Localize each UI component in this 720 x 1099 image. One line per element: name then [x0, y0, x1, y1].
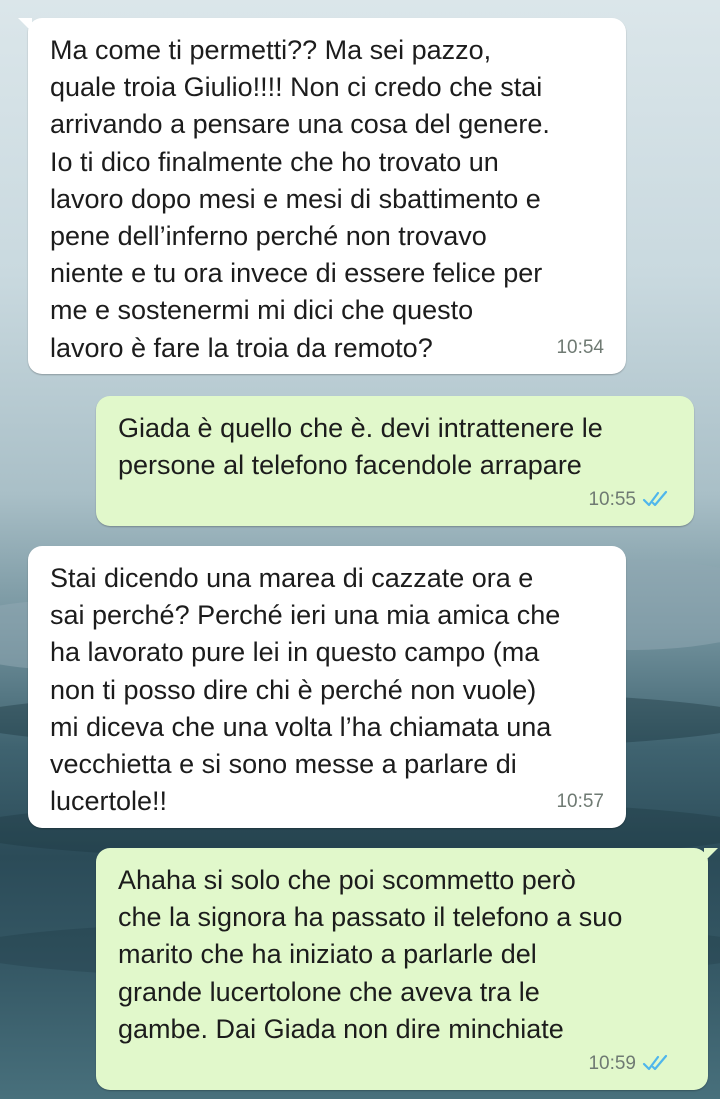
message-text: Ma come ti permetti?? Ma sei pazzo, qual… [50, 35, 550, 363]
message-text: Ahaha si solo che poi scommetto però che… [118, 865, 623, 1044]
message-meta: 10:57 [556, 783, 604, 820]
message-time: 10:55 [588, 488, 636, 510]
incoming-message[interactable]: Ma come ti permetti?? Ma sei pazzo, qual… [18, 18, 626, 374]
message-time: 10:59 [588, 1052, 636, 1074]
message-meta: 10:59 [588, 1045, 672, 1082]
message-time: 10:54 [556, 336, 604, 358]
message-list[interactable]: Ma come ti permetti?? Ma sei pazzo, qual… [0, 0, 720, 1099]
message-meta: 10:54 [556, 329, 604, 366]
message-meta: 10:55 [588, 481, 672, 518]
outgoing-message[interactable]: Ahaha si solo che poi scommetto però che… [96, 848, 718, 1090]
double-check-icon [642, 491, 668, 507]
bubble-tail [704, 848, 718, 862]
bubble-tail [18, 18, 32, 32]
outgoing-message[interactable]: Giada è quello che è. devi intrattenere … [96, 396, 694, 526]
message-text: Stai dicendo una marea di cazzate ora e … [50, 563, 561, 817]
message-time: 10:57 [556, 790, 604, 812]
double-check-icon [642, 1055, 668, 1071]
incoming-message[interactable]: Stai dicendo una marea di cazzate ora e … [28, 546, 626, 828]
message-text: Giada è quello che è. devi intrattenere … [118, 413, 603, 481]
